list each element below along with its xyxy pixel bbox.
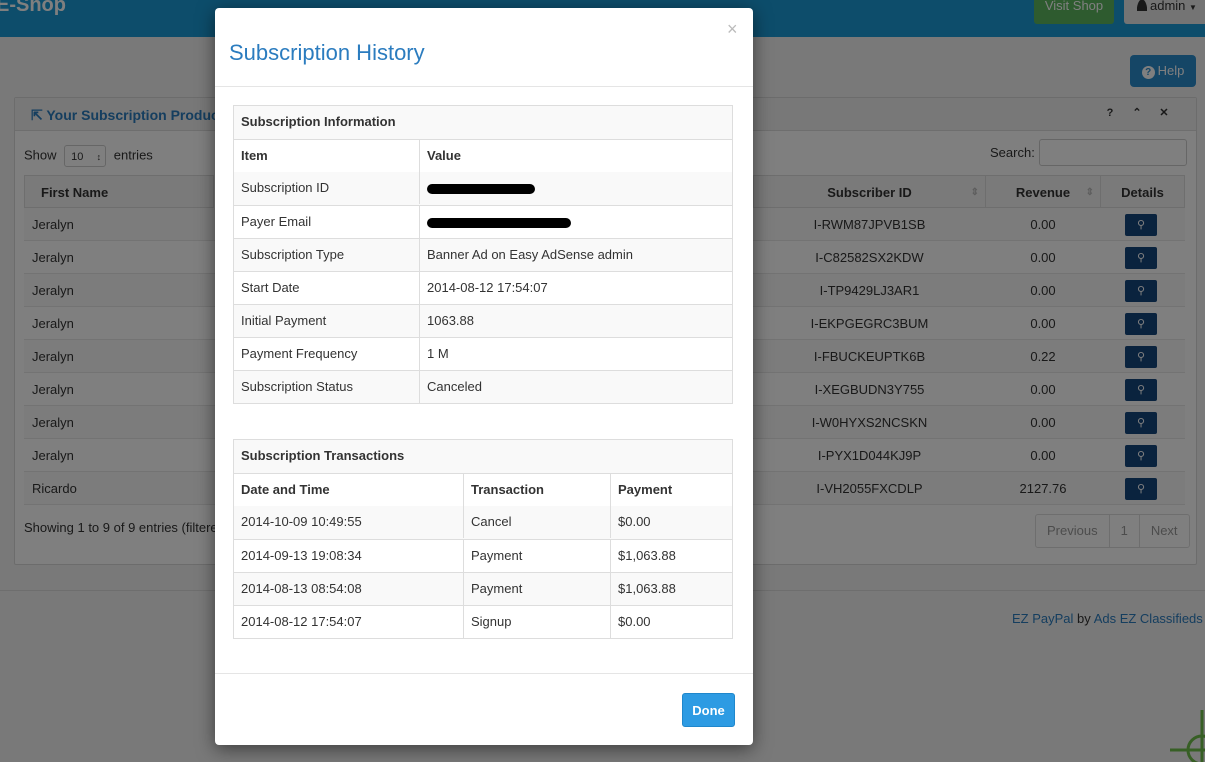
redaction-bar bbox=[427, 183, 535, 194]
info-row: Initial Payment 1063.88 bbox=[234, 304, 732, 337]
transaction-row: 2014-08-12 17:54:07 Signup $0.00 bbox=[234, 605, 732, 638]
done-button[interactable]: Done bbox=[682, 693, 735, 727]
info-row: Subscription Type Banner Ad on Easy AdSen… bbox=[234, 238, 732, 271]
redacted-value bbox=[419, 206, 734, 238]
info-value: 1063.88 bbox=[419, 305, 734, 337]
subscription-transactions-heading: Subscription Transactions bbox=[241, 448, 405, 463]
info-row: Start Date 2014-08-12 17:54:07 bbox=[234, 271, 732, 304]
info-item: Start Date bbox=[241, 280, 300, 295]
subscription-history-modal: Subscription History × Subscription Info… bbox=[215, 8, 753, 745]
tx-type: Cancel bbox=[463, 506, 611, 538]
tx-date: 2014-09-13 19:08:34 bbox=[241, 548, 362, 563]
tx-payment: $1,063.88 bbox=[610, 573, 734, 605]
info-value: Banner Ad on Easy AdSense admin bbox=[419, 239, 734, 271]
subscription-info-heading: Subscription Information bbox=[241, 114, 396, 129]
tx-type: Signup bbox=[463, 606, 611, 638]
table-header-row: Date and Time Transaction Payment bbox=[234, 473, 732, 506]
transaction-row: 2014-10-09 10:49:55 Cancel $0.00 bbox=[234, 506, 732, 539]
tx-type: Payment bbox=[463, 573, 611, 605]
column-item: Item bbox=[241, 148, 268, 163]
table-heading-row: Subscription Transactions bbox=[234, 440, 732, 473]
column-value: Value bbox=[419, 140, 734, 172]
info-item: Subscription Type bbox=[241, 247, 345, 262]
tx-date: 2014-08-12 17:54:07 bbox=[241, 614, 362, 629]
close-icon[interactable]: × bbox=[727, 20, 738, 38]
column-transaction: Transaction bbox=[463, 474, 611, 506]
transaction-row: 2014-09-13 19:08:34 Payment $1,063.88 bbox=[234, 539, 732, 572]
subscription-info-table: Subscription Information Item Value Subs… bbox=[233, 105, 733, 404]
info-value: 2014-08-12 17:54:07 bbox=[419, 272, 734, 304]
info-item: Subscription ID bbox=[241, 180, 330, 195]
info-row: Payment Frequency 1 M bbox=[234, 337, 732, 370]
tx-payment: $0.00 bbox=[610, 606, 734, 638]
info-value: Canceled bbox=[419, 371, 734, 403]
info-value: 1 M bbox=[419, 338, 734, 370]
info-item: Subscription Status bbox=[241, 379, 354, 394]
modal-footer-divider bbox=[215, 673, 753, 674]
redacted-value bbox=[419, 172, 734, 204]
tx-date: 2014-08-13 08:54:08 bbox=[241, 581, 362, 596]
subscription-transactions-table: Subscription Transactions Date and Time … bbox=[233, 439, 733, 639]
transaction-row: 2014-08-13 08:54:08 Payment $1,063.88 bbox=[234, 572, 732, 605]
redaction-bar bbox=[427, 217, 571, 228]
column-date-time: Date and Time bbox=[241, 482, 330, 497]
info-item: Initial Payment bbox=[241, 313, 327, 328]
info-row: Payer Email bbox=[234, 205, 732, 238]
info-row: Subscription ID bbox=[234, 172, 732, 205]
table-header-row: Item Value bbox=[234, 139, 732, 172]
modal-header: Subscription History × bbox=[215, 8, 753, 87]
column-payment: Payment bbox=[610, 474, 734, 506]
tx-type: Payment bbox=[463, 540, 611, 572]
tx-payment: $1,063.88 bbox=[610, 540, 734, 572]
table-heading-row: Subscription Information bbox=[234, 106, 732, 139]
info-item: Payer Email bbox=[241, 214, 312, 229]
modal-title: Subscription History bbox=[229, 40, 425, 65]
info-row: Subscription Status Canceled bbox=[234, 370, 732, 403]
info-item: Payment Frequency bbox=[241, 346, 358, 361]
tx-payment: $0.00 bbox=[610, 506, 734, 538]
tx-date: 2014-10-09 10:49:55 bbox=[241, 514, 362, 529]
